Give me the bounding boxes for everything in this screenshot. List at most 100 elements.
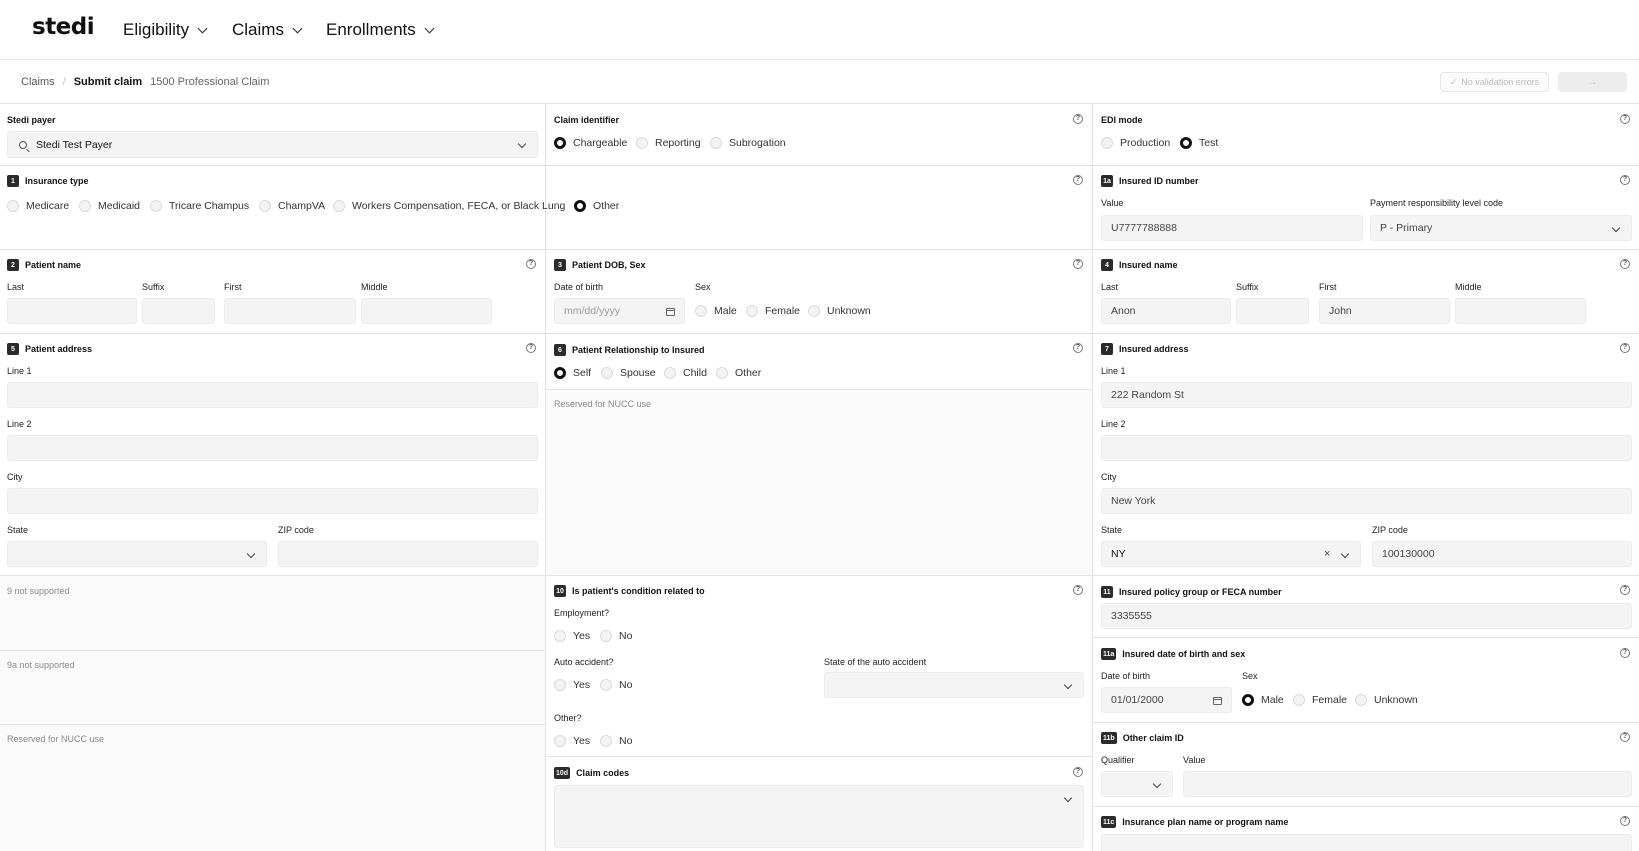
help-icon[interactable]: ? xyxy=(1073,175,1083,185)
radio-insured-female[interactable]: Female xyxy=(1293,694,1347,706)
policy-group-input[interactable]: 3335555 xyxy=(1101,603,1632,629)
radio-label: Medicare xyxy=(26,200,70,212)
insured-suffix-label: Suffix xyxy=(1236,282,1259,292)
help-icon[interactable]: ? xyxy=(1620,114,1630,124)
patient-name-title: 2 Patient name xyxy=(7,259,81,271)
chevron-down-icon xyxy=(424,23,435,33)
insured-id-label: Insured ID number xyxy=(1119,176,1199,186)
patient-middle-input[interactable] xyxy=(361,298,492,324)
radio-insured-male[interactable]: Male xyxy=(1242,694,1284,706)
radio-employment-yes[interactable]: Yes xyxy=(554,630,590,642)
payer-select[interactable]: Stedi Test Payer xyxy=(7,131,538,158)
help-icon[interactable]: ? xyxy=(1620,585,1630,595)
help-icon[interactable]: ? xyxy=(1620,648,1630,658)
auto-accident-state-label: State of the auto accident xyxy=(824,657,927,667)
help-icon[interactable]: ? xyxy=(1620,816,1630,826)
insured-id-input[interactable]: U7777788888 xyxy=(1101,215,1363,241)
plan-name-input[interactable] xyxy=(1101,834,1632,851)
submit-button[interactable]: → xyxy=(1558,72,1627,92)
radio-chargeable[interactable]: Chargeable xyxy=(554,137,627,149)
patient-state-select[interactable] xyxy=(7,541,267,567)
radio-patient-female[interactable]: Female xyxy=(746,305,800,317)
insured-dob-input[interactable]: 01/01/2000 xyxy=(1101,687,1232,713)
patient-last-input[interactable] xyxy=(7,298,137,324)
patient-zip-input[interactable] xyxy=(278,541,538,567)
help-icon[interactable]: ? xyxy=(1620,259,1630,269)
radio-other[interactable]: Other xyxy=(574,200,619,212)
clear-icon[interactable]: × xyxy=(1324,548,1330,560)
radio-tricare[interactable]: Tricare Champus xyxy=(150,200,249,212)
patient-line2-input[interactable] xyxy=(7,435,538,461)
patient-suffix-input[interactable] xyxy=(142,298,215,324)
patient-address-label: Patient address xyxy=(25,344,93,354)
radio-dot xyxy=(746,305,758,317)
help-icon[interactable]: ? xyxy=(1073,259,1083,269)
radio-spouse[interactable]: Spouse xyxy=(601,367,656,379)
radio-patient-unknown[interactable]: Unknown xyxy=(808,305,871,317)
insured-first-input[interactable]: John xyxy=(1319,298,1450,324)
calendar-icon[interactable] xyxy=(666,308,675,316)
radio-self[interactable]: Self xyxy=(554,367,591,379)
insured-last-input[interactable]: Anon xyxy=(1101,298,1231,324)
help-icon[interactable]: ? xyxy=(1620,175,1630,185)
stedi-logo[interactable]: stedi xyxy=(32,14,95,40)
radio-other-no[interactable]: No xyxy=(600,735,632,747)
help-icon[interactable]: ? xyxy=(1620,343,1630,353)
radio-patient-male[interactable]: Male xyxy=(695,305,737,317)
claim-codes-select[interactable] xyxy=(554,785,1084,848)
help-icon[interactable]: ? xyxy=(1073,343,1083,353)
payment-level-select[interactable]: P - Primary xyxy=(1370,215,1632,241)
help-icon[interactable]: ? xyxy=(1073,767,1083,777)
insured-state-select[interactable]: NY × xyxy=(1101,541,1361,567)
insured-middle-input[interactable] xyxy=(1455,298,1586,324)
patient-city-label: City xyxy=(7,472,23,482)
radio-medicare[interactable]: Medicare xyxy=(7,200,69,212)
other-claim-title: 11b Other claim ID xyxy=(1101,732,1184,744)
insured-line2-input[interactable] xyxy=(1101,435,1632,461)
radio-workers-comp[interactable]: Workers Compensation, FECA, or Black Lun… xyxy=(333,200,565,212)
radio-auto-yes[interactable]: Yes xyxy=(554,679,590,691)
patient-dob-input[interactable]: mm/dd/yyyy xyxy=(554,298,685,324)
breadcrumb-claims[interactable]: Claims xyxy=(21,76,55,88)
help-icon[interactable]: ? xyxy=(526,343,536,353)
patient-first-input[interactable] xyxy=(224,298,356,324)
patient-line1-input[interactable] xyxy=(7,382,538,408)
nav-enrollments[interactable]: Enrollments xyxy=(326,20,435,40)
radio-champva[interactable]: ChampVA xyxy=(259,200,325,212)
insured-suffix-input[interactable] xyxy=(1236,298,1309,324)
radio-test[interactable]: Test xyxy=(1180,137,1218,149)
radio-label: Other xyxy=(593,200,620,212)
radio-auto-no[interactable]: No xyxy=(600,679,632,691)
help-icon[interactable]: ? xyxy=(1073,114,1083,124)
radio-other-relationship[interactable]: Other xyxy=(716,367,761,379)
help-icon[interactable]: ? xyxy=(1620,732,1630,742)
calendar-icon[interactable] xyxy=(1213,697,1222,705)
insured-sex-label: Sex xyxy=(1242,671,1258,681)
radio-medicaid[interactable]: Medicaid xyxy=(79,200,140,212)
radio-other-yes[interactable]: Yes xyxy=(554,735,590,747)
insured-city-input[interactable]: New York xyxy=(1101,488,1632,514)
radio-insured-unknown[interactable]: Unknown xyxy=(1355,694,1418,706)
insured-zip-input[interactable]: 100130000 xyxy=(1372,541,1632,567)
radio-dot xyxy=(600,735,612,747)
nav-eligibility[interactable]: Eligibility xyxy=(123,20,208,40)
validation-status-button[interactable]: ✓ No validation errors xyxy=(1440,72,1549,92)
box-number-badge: 5 xyxy=(7,343,19,355)
radio-employment-no[interactable]: No xyxy=(600,630,632,642)
qualifier-select[interactable] xyxy=(1101,771,1173,797)
nav-claims[interactable]: Claims xyxy=(232,20,303,40)
radio-reporting[interactable]: Reporting xyxy=(636,137,701,149)
insured-zip-label: ZIP code xyxy=(1372,525,1408,535)
help-icon[interactable]: ? xyxy=(1073,585,1083,595)
help-icon[interactable]: ? xyxy=(526,259,536,269)
radio-subrogation[interactable]: Subrogation xyxy=(710,137,786,149)
radio-dot xyxy=(150,200,162,212)
auto-accident-state-select[interactable] xyxy=(824,672,1084,698)
radio-production[interactable]: Production xyxy=(1101,137,1170,149)
patient-city-input[interactable] xyxy=(7,488,538,514)
patient-last-label: Last xyxy=(7,282,25,292)
row-divider xyxy=(0,165,1639,166)
other-claim-value-input[interactable] xyxy=(1183,771,1632,797)
radio-child[interactable]: Child xyxy=(664,367,707,379)
insured-line1-input[interactable]: 222 Random St xyxy=(1101,382,1632,408)
